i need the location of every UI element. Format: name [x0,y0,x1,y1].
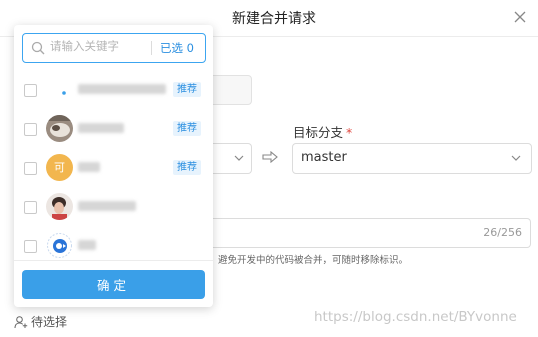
member-name-redacted [78,123,124,133]
recommend-badge: 推荐 [173,160,201,175]
search-icon [31,41,45,55]
member-name-redacted [78,84,166,94]
assignee-picker[interactable]: 待选择 [14,313,67,330]
logo-avatar [46,232,73,259]
checkbox[interactable] [24,240,37,253]
list-item[interactable] [14,188,213,227]
target-branch-value: master [301,150,347,165]
watermark: https://blog.csdn.net/BYvonne [314,309,517,325]
char-counter: 26/256 [483,226,522,239]
search-box[interactable]: 已选 0 [22,33,206,63]
dot-avatar [46,76,73,103]
member-name-redacted [78,240,96,250]
description-field[interactable]: 26/256 [206,218,531,248]
member-picker-popover: 已选 0 推荐 推荐 [14,25,213,307]
member-list[interactable]: 推荐 推荐 可 推荐 [14,71,213,261]
photo-avatar [46,115,73,142]
popover-footer: 确定 [14,260,213,308]
checkbox[interactable] [24,162,37,175]
target-branch-label: 目标分支 * [293,125,353,140]
dialog-title: 新建合并请求 [232,11,316,27]
list-item[interactable]: 推荐 [14,110,213,149]
recommend-badge: 推荐 [173,82,201,97]
avatar-letter: 可 [54,161,65,174]
assignee-label: 待选择 [31,315,68,329]
hint-text: 避免开发中的代码被合并，可随时移除标识。 [218,255,409,266]
close-icon[interactable] [512,9,528,25]
list-item[interactable]: 可 推荐 [14,149,213,188]
list-item[interactable]: 推荐 [14,71,213,110]
recommend-badge: 推荐 [173,121,201,136]
arrow-right-icon [262,151,278,163]
chevron-down-icon [234,155,244,161]
target-branch-select[interactable]: master [292,143,532,174]
photo-avatar [46,193,73,220]
required-mark: * [346,125,353,140]
person-add-icon [14,316,28,329]
checkbox[interactable] [24,201,37,214]
divider [151,41,152,55]
list-item[interactable] [14,227,213,261]
checkbox[interactable] [24,123,37,136]
selected-count[interactable]: 已选 0 [160,40,194,56]
member-name-redacted [78,201,136,211]
search-input[interactable] [50,39,150,53]
checkbox[interactable] [24,84,37,97]
member-name-redacted [78,162,100,172]
chevron-down-icon [511,155,521,161]
letter-avatar: 可 [46,154,73,181]
confirm-button[interactable]: 确定 [22,270,205,299]
